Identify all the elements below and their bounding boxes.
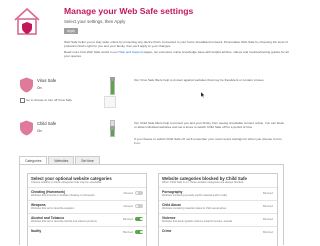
virus-safe-shield-icon [20,77,33,93]
category-label: Alcohol and Tobacco [31,215,65,220]
category-toggle[interactable] [135,217,143,221]
optional-categories-list: Cheating (Homework) Websites that promot… [28,187,146,239]
category-status: Allowed [123,204,133,208]
blocked-category-label: Violence [162,215,176,220]
category-label: Cheating (Homework) [31,189,66,194]
categories-panel: Select your optional website categories … [19,164,284,246]
blocked-categories-column: Website categories blocked by Child Safe… [158,173,278,246]
tab-set-time[interactable]: Set time [75,156,100,164]
child-safe-slider-knob[interactable] [109,125,115,130]
blocked-category-label: Pornography [162,189,183,194]
tab-categories[interactable]: Categories [19,156,48,164]
blocked-category-label: Crime [162,228,172,233]
category-toggle[interactable] [135,191,143,195]
virus-safe-level: On [37,86,42,90]
child-safe-slider[interactable] [109,120,115,137]
virus-safe-slider-knob[interactable] [109,77,115,81]
virus-safe-slider-fill [111,79,114,94]
intro-paragraph-2: Read more how Web Safe works in our Help… [64,50,290,58]
page-subtitle: Select your settings, then Apply [64,19,126,24]
virus-safe-label: Virus Safe [37,78,57,83]
category-status: Blocked [123,217,133,221]
web-safe-house-logo-icon [14,7,40,35]
child-safe-level: On [37,129,42,133]
help-support-link[interactable]: Help and Support [119,50,143,54]
category-toggle[interactable] [135,230,143,234]
category-description: Websites that sell or describe weapons [31,207,75,210]
settings-tabs: Categories Websites Set time [19,156,101,164]
optional-categories-column: Select your optional website categories … [27,173,147,246]
blocked-category-status: Blocked [263,191,273,195]
category-status: Blocked [123,230,133,234]
category-description: Websites that promote or facilitate chea… [31,194,95,197]
apply-button[interactable]: Apply [64,28,78,34]
category-label: Weapons [31,202,46,207]
category-toggle[interactable] [135,204,143,208]
optional-categories-heading: Select your optional website categories [31,176,112,181]
blocked-category-description: Websites containing material related to … [162,207,227,210]
category-row: Weapons Websites that sell or describe w… [28,200,146,213]
category-status: Allowed [123,191,133,195]
category-row: Alcohol and Tobacco Websites that sell o… [28,213,146,226]
blocked-category-status: Blocked [263,204,273,208]
blocked-category-row: Pornography Websites containing sexually… [159,187,277,200]
blocked-category-status: Blocked [263,217,273,221]
virus-safe-toggle-label: Go to choose to turn off Virus Safe [26,97,72,102]
page-title: Manage your Web Safe settings [64,6,194,16]
tab-websites[interactable]: Websites [48,156,75,164]
blocked-category-row: Crime Blocked [159,226,277,239]
category-description: Websites that sell or describe alcohol a… [31,220,97,223]
blocked-category-status: Blocked [263,230,273,234]
blocked-category-description: Websites containing sexually explicit ma… [162,194,228,197]
category-row: Cheating (Homework) Websites that promot… [28,187,146,200]
blocked-category-row: Child Abuse Websites containing material… [159,200,277,213]
category-row: Nudity Blocked [28,226,146,239]
blocked-categories-subheading: When Child Safe is on, these website cat… [162,181,244,184]
child-safe-description-2: If you choose to switch Child Safe off, … [134,137,282,146]
child-safe-description-1: Our Child Safe filters help to protect y… [134,121,284,130]
intro-text: Web Safe helps you to stay safer online … [64,40,290,60]
mouse-pointer-icon [201,92,205,98]
virus-safe-slider[interactable] [109,77,115,95]
category-label: Nudity [31,228,42,233]
blocked-categories-list: Pornography Websites containing sexually… [159,187,277,239]
child-safe-shield-icon [20,120,33,136]
intro-paragraph-1: Web Safe helps you to stay safer online … [64,40,288,49]
blocked-category-description: Websites that depict graphic violence to… [162,220,233,223]
blocked-category-label: Child Abuse [162,202,182,207]
blocked-categories-heading: Website categories blocked by Child Safe [162,176,247,181]
blocked-category-row: Violence Websites that depict graphic vi… [159,213,277,226]
virus-safe-toggle-checkbox[interactable] [20,98,25,103]
virus-safe-indicator-box [104,96,116,108]
optional-categories-subheading: Choose whether to block categories that … [31,181,102,184]
child-safe-label: Child Safe [37,121,57,126]
virus-safe-description: Our Virus Safe filters help to protect a… [134,78,265,82]
